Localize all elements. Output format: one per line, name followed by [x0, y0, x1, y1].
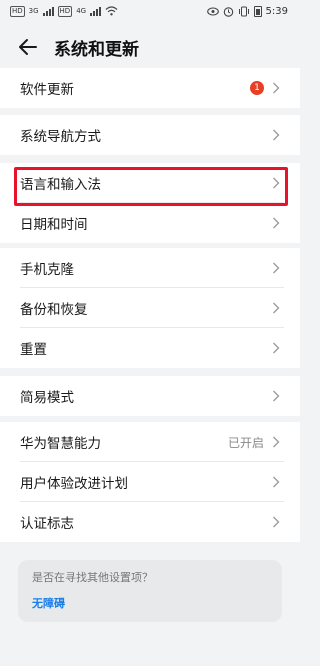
user-experience-label: 用户体验改进计划 [20, 476, 128, 492]
vibrate-icon [238, 6, 249, 16]
chevron-right-icon [273, 177, 280, 189]
phone-clone-item[interactable]: 手机克隆 [0, 248, 300, 288]
settings-group-backup: 手机克隆 备份和恢复 重置 [0, 248, 300, 368]
settings-group-simple-mode: 简易模式 [0, 376, 300, 416]
language-input-label: 语言和输入法 [20, 177, 101, 193]
chevron-right-icon [273, 516, 280, 528]
signal-type-label: 3G [28, 7, 39, 15]
date-time-label: 日期和时间 [20, 217, 88, 233]
chevron-right-icon [273, 129, 280, 141]
signal-type-label: 4G [76, 7, 87, 15]
chevron-right-icon [273, 217, 280, 229]
backup-restore-label: 备份和恢复 [20, 302, 88, 318]
chevron-right-icon [273, 342, 280, 354]
chevron-right-icon [273, 82, 280, 94]
reset-item[interactable]: 重置 [0, 328, 300, 368]
chevron-right-icon [273, 390, 280, 402]
settings-group-update: 软件更新 1 [0, 68, 300, 108]
page-title: 系统和更新 [54, 39, 139, 60]
chevron-right-icon [273, 302, 280, 314]
hd-indicator: HD [57, 5, 73, 17]
certification-label: 认证标志 [20, 516, 74, 532]
suggestion-card: 是否在寻找其他设置项？ 无障碍 [18, 560, 282, 622]
user-experience-item[interactable]: 用户体验改进计划 [0, 462, 300, 502]
update-count-badge: 1 [250, 81, 264, 95]
huawei-smart-label: 华为智慧能力 [20, 436, 101, 452]
page-header: 系统和更新 [0, 22, 300, 72]
phone-clone-label: 手机克隆 [20, 262, 74, 278]
chevron-right-icon [273, 436, 280, 448]
backup-restore-item[interactable]: 备份和恢复 [0, 288, 300, 328]
date-time-item[interactable]: 日期和时间 [0, 203, 300, 243]
system-navigation-item[interactable]: 系统导航方式 [0, 115, 300, 155]
settings-group-misc: 华为智慧能力 已开启 用户体验改进计划 认证标志 [0, 422, 300, 542]
status-time: 5:39 [265, 5, 288, 17]
huawei-smart-status: 已开启 [227, 435, 264, 450]
status-bar: HD 3G HD 4G 5:39 [0, 0, 300, 22]
signal-icon [42, 6, 54, 16]
settings-group-language: 语言和输入法 日期和时间 [0, 163, 300, 243]
language-input-item[interactable]: 语言和输入法 [0, 163, 300, 203]
battery-icon [253, 5, 262, 17]
eye-icon [206, 6, 219, 16]
accessibility-link[interactable]: 无障碍 [32, 595, 268, 611]
huawei-smart-item[interactable]: 华为智慧能力 已开启 [0, 422, 300, 462]
system-navigation-label: 系统导航方式 [20, 129, 101, 145]
reset-label: 重置 [20, 342, 47, 358]
simple-mode-item[interactable]: 简易模式 [0, 376, 300, 416]
hd-indicator: HD [10, 5, 25, 17]
alarm-icon [223, 6, 233, 17]
wifi-icon [105, 6, 118, 16]
software-update-label: 软件更新 [20, 82, 74, 98]
certification-item[interactable]: 认证标志 [0, 502, 300, 542]
signal-icon [90, 6, 102, 16]
chevron-right-icon [273, 476, 280, 488]
arrow-left-icon[interactable] [16, 35, 40, 59]
suggestion-question: 是否在寻找其他设置项？ [32, 571, 153, 584]
simple-mode-label: 简易模式 [20, 390, 74, 406]
chevron-right-icon [273, 262, 280, 274]
software-update-item[interactable]: 软件更新 1 [0, 68, 300, 108]
settings-group-navigation: 系统导航方式 [0, 115, 300, 155]
